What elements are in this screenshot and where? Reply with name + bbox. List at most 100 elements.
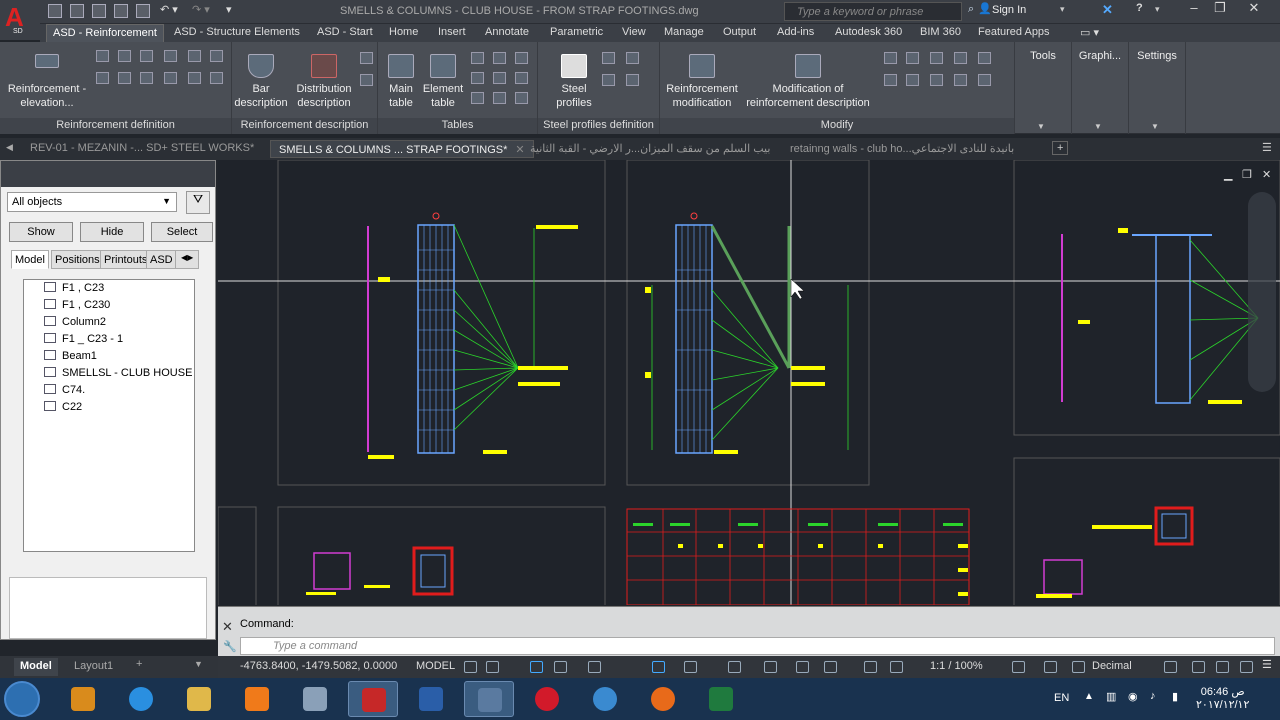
modify-tool-3-icon[interactable] — [930, 52, 943, 64]
tab-model-space[interactable]: Model — [14, 658, 58, 676]
table-tool-3-icon[interactable] — [515, 52, 528, 64]
taskbar-app-media[interactable] — [232, 681, 282, 717]
tab-layout1[interactable]: Layout1 — [68, 658, 119, 676]
hardware-acceleration-icon[interactable] — [1240, 661, 1253, 673]
rebar-tool-1-icon[interactable] — [96, 50, 109, 62]
steel-tool-2-icon[interactable] — [626, 52, 639, 64]
tab-featured-apps[interactable]: Featured Apps — [978, 26, 1050, 38]
modify-tool-4-icon[interactable] — [954, 52, 967, 64]
rebar-tool-8-icon[interactable] — [118, 72, 131, 84]
tabs-menu-icon[interactable]: ◀ — [6, 142, 13, 153]
isolate-objects-icon[interactable] — [1216, 661, 1229, 673]
rebar-tool-5-icon[interactable] — [188, 50, 201, 62]
viewport-restore-icon[interactable]: ❐ — [1242, 168, 1252, 181]
taskbar-app-firefox[interactable] — [638, 681, 688, 717]
auto-scale-icon[interactable] — [890, 661, 903, 673]
annotation-monitor-icon[interactable] — [1044, 661, 1057, 673]
tree-item[interactable]: C22 — [44, 401, 82, 417]
snap-icon[interactable] — [486, 661, 499, 673]
doc-tab-2[interactable]: SMELLS & COLUMNS ... STRAP FOOTINGS* ✕ — [270, 140, 534, 158]
hide-button[interactable]: Hide — [80, 222, 144, 242]
annotation-visibility-icon[interactable] — [864, 661, 877, 673]
ribbon-display-toggle-icon[interactable]: ▭ ▾ — [1080, 26, 1099, 39]
table-tool-6-icon[interactable] — [515, 72, 528, 84]
steel-tool-3-icon[interactable] — [602, 74, 615, 86]
grid-icon[interactable] — [464, 661, 477, 673]
select-button[interactable]: Select — [151, 222, 213, 242]
units-icon[interactable] — [1072, 661, 1085, 673]
qat-menu-icon[interactable]: ▾ — [226, 3, 232, 16]
rebar-tool-2-icon[interactable] — [118, 50, 131, 62]
customization-icon[interactable]: ☰ — [1262, 658, 1272, 671]
modify-tool-2-icon[interactable] — [906, 52, 919, 64]
tab-asd[interactable]: ASD — [146, 250, 177, 269]
doc-tab-4[interactable]: retainng walls - club ho...بانيدة للنادى… — [782, 140, 1022, 158]
tray-expand-icon[interactable]: ▲ — [1084, 691, 1094, 702]
taskbar-app-ie[interactable] — [116, 681, 166, 717]
navigation-bar[interactable] — [1248, 192, 1276, 392]
modify-tool-5-icon[interactable] — [978, 52, 991, 64]
rebar-tool-12-icon[interactable] — [210, 72, 223, 84]
polar-icon[interactable] — [554, 661, 567, 673]
taskbar-app-autocad[interactable] — [348, 681, 398, 717]
undo-icon[interactable]: ↶ ▾ — [160, 3, 178, 16]
help-dropdown-icon[interactable]: ▾ — [1155, 4, 1160, 15]
close-icon[interactable]: ✕ — [1240, 0, 1268, 20]
taskbar-app-explorer[interactable] — [174, 681, 224, 717]
battery-icon[interactable]: ▮ — [1172, 690, 1178, 703]
modify-tool-7-icon[interactable] — [906, 74, 919, 86]
table-tool-2-icon[interactable] — [493, 52, 506, 64]
save-as-icon[interactable] — [114, 4, 128, 18]
tab-output[interactable]: Output — [723, 26, 756, 38]
tab-asd-structure-elements[interactable]: ASD - Structure Elements — [174, 26, 300, 38]
command-input[interactable]: Type a command — [240, 637, 1275, 655]
units-select[interactable]: Decimal — [1092, 660, 1132, 672]
panel-settings[interactable]: Settings ▼ — [1129, 42, 1186, 134]
binoculars-icon[interactable]: ⌕ — [968, 3, 974, 16]
tree-item[interactable]: SMELLSL - CLUB HOUSE — [44, 367, 192, 383]
application-menu-button[interactable]: A SD — [0, 0, 40, 40]
tab-add-ins[interactable]: Add-ins — [777, 26, 814, 38]
sign-in-dropdown-icon[interactable]: ▾ — [1060, 4, 1065, 15]
drawing-canvas[interactable]: ▁ ❐ ✕ — [218, 160, 1280, 605]
tab-asd-reinforcement[interactable]: ASD - Reinforcement — [46, 24, 164, 42]
filter-button[interactable]: ⛛ — [186, 191, 210, 214]
tab-view[interactable]: View — [622, 26, 646, 38]
panel-tools[interactable]: Tools ▼ — [1015, 42, 1072, 134]
taskbar-app-calculator[interactable] — [290, 681, 340, 717]
quick-properties-icon[interactable] — [1164, 661, 1177, 673]
steel-tool-1-icon[interactable] — [602, 52, 615, 64]
new-icon[interactable] — [48, 4, 62, 18]
sign-in-link[interactable]: Sign In — [992, 4, 1026, 16]
tree-item[interactable]: Column2 — [44, 316, 106, 332]
viewport-close-icon[interactable]: ✕ — [1262, 168, 1271, 181]
reinforcement-elevation-button[interactable]: Reinforcement - elevation... — [4, 54, 90, 110]
layout-menu-icon[interactable]: ▼ — [194, 659, 203, 669]
search-input[interactable]: Type a keyword or phrase — [784, 2, 962, 21]
tab-insert[interactable]: Insert — [438, 26, 466, 38]
element-table-button[interactable]: Element table — [420, 54, 466, 110]
tab-home[interactable]: Home — [389, 26, 418, 38]
tab-parametric[interactable]: Parametric — [550, 26, 603, 38]
desc-tool-2-icon[interactable] — [360, 74, 373, 86]
rebar-tool-3-icon[interactable] — [140, 50, 153, 62]
modify-tool-8-icon[interactable] — [930, 74, 943, 86]
taskbar-app-outlook[interactable] — [58, 681, 108, 717]
rebar-tool-9-icon[interactable] — [140, 72, 153, 84]
tree-item[interactable]: F1 , C230 — [44, 299, 110, 315]
object-filter-select[interactable]: All objects ▼ — [7, 192, 177, 212]
taskbar-app-swirl[interactable] — [580, 681, 630, 717]
tab-model[interactable]: Model — [11, 250, 49, 269]
tab-annotate[interactable]: Annotate — [485, 26, 529, 38]
language-indicator[interactable]: EN — [1054, 692, 1069, 704]
tree-item[interactable]: F1 , C23 — [44, 282, 104, 298]
modify-tool-10-icon[interactable] — [978, 74, 991, 86]
modify-tool-6-icon[interactable] — [884, 74, 897, 86]
tab-printouts[interactable]: Printouts — [100, 250, 152, 269]
annotation-scale[interactable]: 1:1 / 100% — [930, 660, 983, 672]
lineweight-icon[interactable] — [684, 661, 697, 673]
table-tool-9-icon[interactable] — [515, 92, 528, 104]
distribution-description-button[interactable]: Distribution description — [290, 54, 358, 110]
steel-tool-4-icon[interactable] — [626, 74, 639, 86]
tab-manage[interactable]: Manage — [664, 26, 704, 38]
